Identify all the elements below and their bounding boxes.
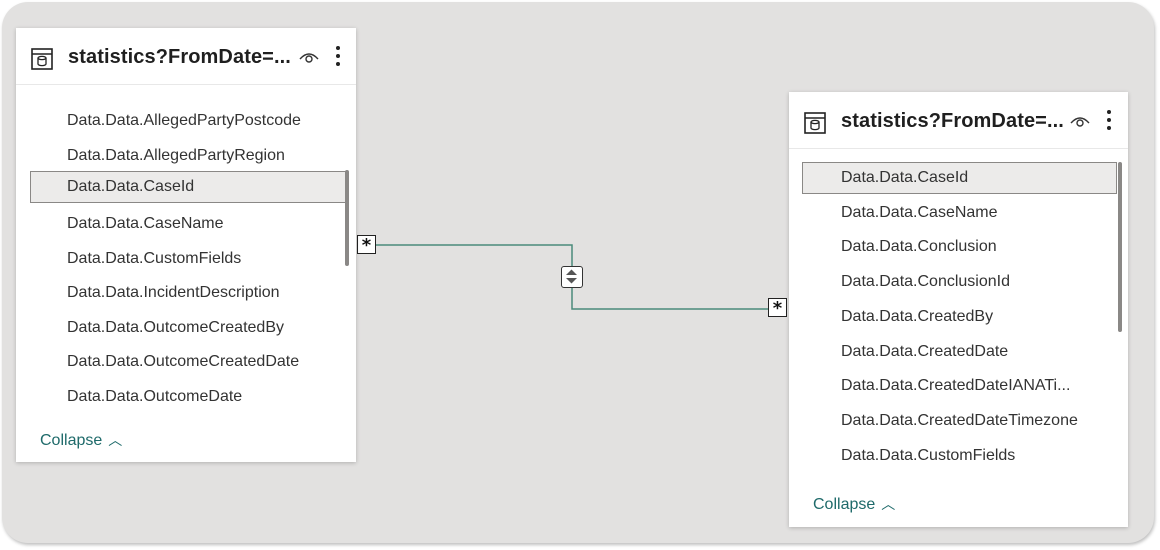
scrollbar[interactable] xyxy=(345,170,349,266)
field-item[interactable]: Data.Data.CustomFields xyxy=(30,243,346,275)
scrollbar[interactable] xyxy=(1118,162,1122,332)
field-item[interactable]: Data.Data.Conclusion xyxy=(802,231,1117,263)
table-card-left[interactable]: statistics?FromDate=... Data.Data.Allege… xyxy=(16,28,356,462)
field-item[interactable]: Data.Data.AllegedPartyPostcode xyxy=(30,105,346,137)
field-item[interactable]: Data.Data.CustomFields xyxy=(802,440,1117,472)
more-options-icon[interactable] xyxy=(1105,108,1113,132)
field-item-selected[interactable]: Data.Data.CaseId xyxy=(802,162,1117,194)
field-item[interactable]: Data.Data.IncidentDescription xyxy=(30,277,346,309)
eye-icon[interactable] xyxy=(1069,113,1091,129)
table-title: statistics?FromDate=... xyxy=(841,110,1064,132)
collapse-label: Collapse xyxy=(40,432,103,449)
chevron-up-icon: ︿ xyxy=(881,496,896,512)
table-card-right[interactable]: statistics?FromDate=... Data.Data.CaseId… xyxy=(789,92,1128,527)
field-item[interactable]: Data.Data.CreatedBy xyxy=(802,301,1117,333)
table-icon xyxy=(804,112,826,134)
field-item[interactable]: Data.Data.CaseName xyxy=(802,197,1117,229)
table-title: statistics?FromDate=... xyxy=(68,46,291,68)
field-item-selected[interactable]: Data.Data.CaseId xyxy=(30,171,346,203)
field-item[interactable]: Data.Data.AllegedPartyRegion xyxy=(30,140,346,172)
field-item[interactable]: Data.Data.CreatedDate xyxy=(802,336,1117,368)
field-item[interactable]: Data.Data.OutcomeDate xyxy=(30,381,346,413)
collapse-button[interactable]: Collapse ︿ xyxy=(40,430,122,450)
bidirectional-filter-icon[interactable] xyxy=(561,266,583,288)
table-card-header[interactable]: statistics?FromDate=... xyxy=(789,92,1128,149)
eye-icon[interactable] xyxy=(298,49,320,65)
many-cardinality-left: * xyxy=(357,235,376,255)
table-card-header[interactable]: statistics?FromDate=... xyxy=(16,28,356,85)
table-icon xyxy=(31,48,53,70)
collapse-label: Collapse xyxy=(813,496,876,513)
field-item[interactable]: Data.Data.CaseName xyxy=(30,208,346,240)
field-item[interactable]: Data.Data.OutcomeCreatedBy xyxy=(30,312,346,344)
more-options-icon[interactable] xyxy=(334,44,342,68)
field-item[interactable]: Data.Data.CreatedDateIANATi... xyxy=(802,370,1117,402)
field-item[interactable]: Data.Data.OutcomeCreatedDate xyxy=(30,346,346,378)
field-item[interactable]: Data.Data.CreatedDateTimezone xyxy=(802,405,1117,437)
chevron-up-icon: ︿ xyxy=(108,432,123,448)
field-item[interactable]: Data.Data.ConclusionId xyxy=(802,266,1117,298)
collapse-button[interactable]: Collapse ︿ xyxy=(813,494,895,514)
many-cardinality-right: * xyxy=(768,298,787,318)
